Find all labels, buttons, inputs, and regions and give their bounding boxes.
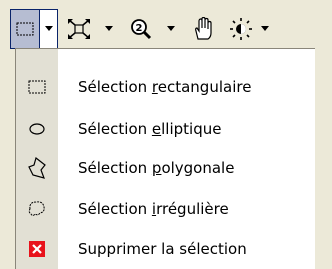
label-suffix: lliptique: [161, 120, 222, 138]
menu-item-elliptical-selection[interactable]: Sélection elliptique: [16, 111, 316, 147]
label-suffix: ectangulaire: [157, 78, 252, 96]
magnifier-button[interactable]: 2: [126, 9, 156, 49]
selection-tool-button[interactable]: [10, 9, 40, 49]
rectangle-selection-icon: [22, 72, 52, 102]
chevron-down-icon: [261, 26, 269, 31]
label-suffix: rrégulière: [156, 200, 229, 218]
chevron-down-icon: [44, 26, 53, 31]
label-suffix: olygonale: [161, 159, 235, 177]
pan-button[interactable]: [188, 9, 218, 49]
pan-hand-icon: [195, 17, 212, 40]
chevron-down-icon: [105, 26, 113, 31]
brightness-icon: [230, 18, 252, 40]
label-mnemonic: e: [151, 120, 162, 138]
fit-zoom-button[interactable]: [64, 9, 94, 49]
rectangle-selection-icon: [16, 22, 34, 36]
selection-menu: Sélection rectangulaire Sélection ellipt…: [15, 48, 315, 269]
magnifier-dropdown[interactable]: [162, 9, 180, 49]
menu-item-label: Supprimer la sélection: [78, 240, 247, 258]
freehand-selection-icon: [22, 194, 52, 224]
brightness-dropdown[interactable]: [258, 9, 272, 49]
polygon-selection-icon: [22, 153, 52, 183]
selection-tool-dropdown[interactable]: [40, 9, 58, 49]
ellipse-selection-icon: [22, 114, 52, 144]
label-prefix: Sélection: [78, 78, 152, 96]
toolbar: 2: [0, 0, 332, 54]
menu-item-freehand-selection[interactable]: Sélection irrégulière: [16, 191, 316, 227]
label-prefix: Sélection: [78, 159, 152, 177]
menu-item-label: Sélection rectangulaire: [78, 78, 251, 96]
label-mnemonic: p: [151, 159, 162, 177]
label-prefix: Supprimer la sélection: [78, 240, 247, 258]
chevron-down-icon: [167, 26, 175, 31]
svg-text:2: 2: [136, 23, 143, 34]
menu-item-label: Sélection elliptique: [78, 120, 221, 138]
menu-item-label: Sélection polygonale: [78, 159, 234, 177]
magnifier-icon: 2: [131, 19, 152, 40]
menu-item-rectangular-selection[interactable]: Sélection rectangulaire: [16, 69, 316, 105]
brightness-button[interactable]: [226, 9, 256, 49]
fit-zoom-dropdown[interactable]: [100, 9, 118, 49]
menu-item-polygonal-selection[interactable]: Sélection polygonale: [16, 150, 316, 186]
delete-selection-icon: [22, 234, 52, 264]
label-prefix: Sélection: [78, 120, 152, 138]
fit-zoom-icon: [68, 19, 90, 39]
label-prefix: Sélection: [78, 200, 152, 218]
menu-item-delete-selection[interactable]: Supprimer la sélection: [16, 231, 316, 267]
menu-item-label: Sélection irrégulière: [78, 200, 229, 218]
